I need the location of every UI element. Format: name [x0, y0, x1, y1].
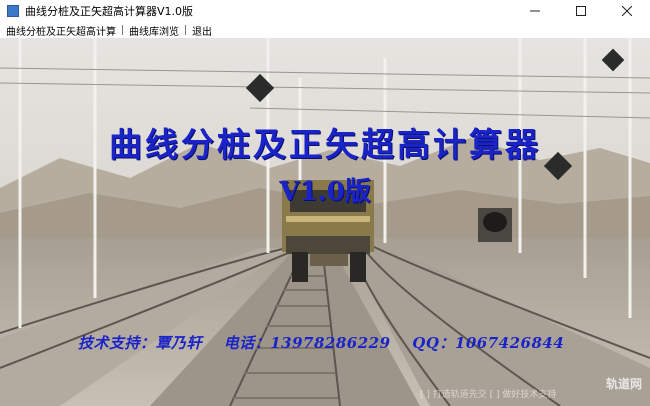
menu-item-curve-library[interactable]: 曲线库浏览: [123, 23, 185, 38]
menu-bar: 曲线分桩及正矢超高计算 曲线库浏览 退出: [0, 22, 650, 38]
app-window: 曲线分桩及正矢超高计算器V1.0版 曲线分桩及正矢超高计算 曲线库浏览 退出 曲…: [0, 0, 650, 406]
window-title: 曲线分桩及正矢超高计算器V1.0版: [25, 5, 194, 18]
minimize-icon: [530, 10, 540, 12]
version-label: V1.0版: [279, 177, 371, 207]
support-contact: 技术支持：覃乃轩: [78, 334, 203, 352]
splash-title: 曲线分桩及正矢超高计算器: [109, 125, 541, 164]
support-qq: QQ：1067426844: [412, 334, 565, 352]
support-phone: 电话：13978286229: [223, 334, 391, 352]
splash-background: 曲线分桩及正矢超高计算器 V1.0版 技术支持：覃乃轩 电话：139782862…: [0, 38, 650, 406]
support-info: 技术支持：覃乃轩 电话：13978286229 QQ：1067426844: [78, 332, 638, 353]
title-bar: 曲线分桩及正矢超高计算器V1.0版: [0, 0, 650, 22]
app-icon: [7, 5, 19, 17]
watermark-slogan: [ ] 打造轨道先交 [ ] 做好技术支持: [420, 390, 557, 400]
close-button[interactable]: [604, 0, 650, 22]
maximize-icon: [576, 6, 586, 16]
menu-item-calculate[interactable]: 曲线分桩及正矢超高计算: [0, 23, 122, 38]
menu-item-exit[interactable]: 退出: [186, 23, 218, 38]
close-icon: [622, 6, 632, 16]
watermark-logo: 轨道网: [605, 377, 642, 391]
minimize-button[interactable]: [512, 0, 558, 22]
maximize-button[interactable]: [558, 0, 604, 22]
